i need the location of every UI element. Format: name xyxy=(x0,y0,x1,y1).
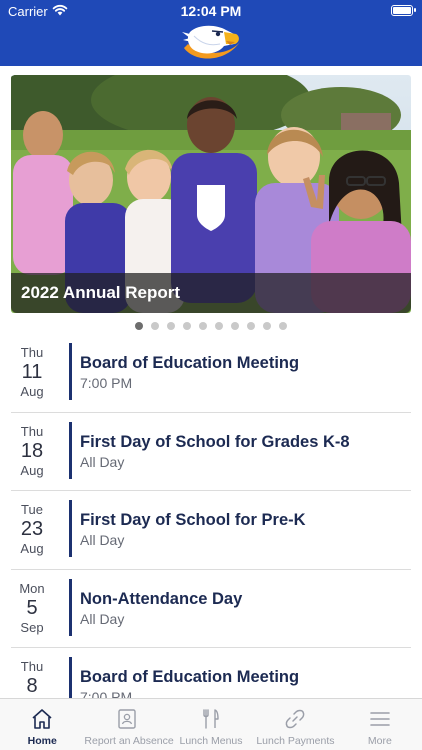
event-date: Thu 11 Aug xyxy=(11,345,53,399)
event-month: Aug xyxy=(20,384,44,399)
event-day: 18 xyxy=(20,439,44,462)
carousel-dot[interactable] xyxy=(231,322,239,330)
eagle-logo-icon[interactable] xyxy=(180,22,242,64)
event-month: Sep xyxy=(20,619,44,635)
event-day: 11 xyxy=(21,361,43,383)
carousel-dot[interactable] xyxy=(247,322,255,330)
carousel-dot[interactable] xyxy=(199,322,207,330)
event-row[interactable]: Tue 23 Aug First Day of School for Pre-K All… xyxy=(11,491,411,570)
event-weekday: Thu xyxy=(20,345,44,360)
app-header: Carrier 12:04 PM xyxy=(0,0,422,66)
event-title: First Day of School for Grades K-8 xyxy=(80,432,350,451)
event-divider xyxy=(69,343,72,400)
event-divider xyxy=(69,578,72,636)
event-date: Mon 5 Sep xyxy=(11,581,53,635)
event-day: 23 xyxy=(20,518,44,540)
carousel-dot[interactable] xyxy=(263,322,271,330)
event-date: Thu8Sep xyxy=(11,659,53,698)
menu-icon xyxy=(370,712,390,726)
tab-label: Lunch Menus xyxy=(179,735,243,747)
carousel-caption: 2022 Annual Report xyxy=(21,283,181,302)
event-title: Board of Education Meeting xyxy=(80,354,300,372)
event-row[interactable]: Mon 5 Sep Non-Attendance Day All Day xyxy=(11,570,411,648)
tab-lunch-payments[interactable]: Lunch Payments xyxy=(253,699,337,750)
event-weekday: Mon xyxy=(19,580,45,596)
tab-label: Home xyxy=(27,735,57,747)
event-time: 7:00 PM xyxy=(80,375,133,391)
carousel-page-indicator[interactable] xyxy=(0,322,422,332)
event-weekday: Tue xyxy=(21,502,43,517)
event-time: 7:00 PM xyxy=(80,689,133,698)
event-divider xyxy=(69,421,72,479)
event-title: First Day of School for Pre-K xyxy=(80,511,306,529)
event-divider xyxy=(69,657,72,698)
report-absence-icon xyxy=(117,709,136,729)
event-time: All Day xyxy=(80,532,125,548)
status-time: 12:04 PM xyxy=(180,3,242,19)
event-time: All Day xyxy=(80,453,125,470)
event-date: Tue 23 Aug xyxy=(11,502,53,556)
event-row[interactable]: Thu 18 Aug First Day of School for Grades K… xyxy=(11,413,411,491)
carousel-dot[interactable] xyxy=(183,322,191,330)
tab-home[interactable]: Home xyxy=(0,699,84,750)
event-row[interactable]: Thu8Sep Board of Education Meeting 7:00 PM xyxy=(11,648,411,698)
carousel-dot[interactable] xyxy=(215,322,223,330)
event-month: Aug xyxy=(20,462,44,478)
event-divider xyxy=(69,500,72,557)
tab-report-an-absence[interactable]: Report an Absence xyxy=(84,699,174,750)
tab-label: Lunch Payments xyxy=(256,735,335,747)
tab-label: More xyxy=(367,735,392,747)
event-day: 8 xyxy=(26,675,38,697)
event-title: Non-Attendance Day xyxy=(80,589,243,608)
fork-knife-icon xyxy=(203,709,219,729)
carousel-caption-bar: 2022 Annual Report xyxy=(11,273,411,313)
carousel-dot[interactable] xyxy=(279,322,287,330)
home-icon xyxy=(32,709,52,729)
event-time: All Day xyxy=(80,610,125,627)
event-month: Aug xyxy=(20,541,44,556)
event-weekday: Thu xyxy=(20,659,44,674)
tab-bar: Home Report an Absence Lunch Menus Lunch Pa… xyxy=(0,698,422,750)
tab-label: Report an Absence xyxy=(84,735,174,747)
event-title: Board of Education Meeting xyxy=(80,668,300,686)
events-list: Thu 11 Aug Board of Education Meeting 7:00 P… xyxy=(11,334,411,698)
carousel-dot[interactable] xyxy=(135,322,143,330)
status-bar: Carrier 12:04 PM xyxy=(0,0,422,22)
tab-lunch-menus[interactable]: Lunch Menus xyxy=(169,699,253,750)
battery-icon xyxy=(391,5,416,16)
carousel-dot[interactable] xyxy=(151,322,159,330)
event-row[interactable]: Thu 11 Aug Board of Education Meeting 7:00 P… xyxy=(11,334,411,413)
event-date: Thu 18 Aug xyxy=(11,424,53,478)
link-icon xyxy=(286,709,305,729)
carousel-dot[interactable] xyxy=(167,322,175,330)
event-day: 5 xyxy=(26,596,38,619)
tab-more[interactable]: More xyxy=(338,699,422,750)
event-weekday: Thu xyxy=(20,423,44,439)
news-carousel[interactable]: 2022 Annual Report xyxy=(11,75,411,313)
